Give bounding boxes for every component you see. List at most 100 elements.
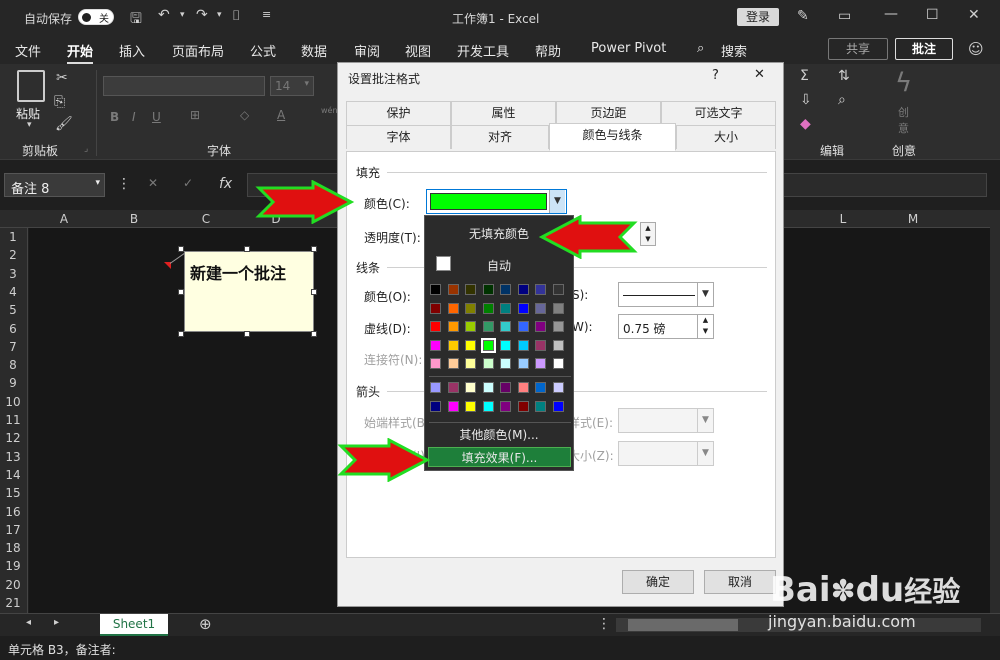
camera-icon[interactable]: ⌷ [232,8,240,24]
menu-file[interactable]: 文件 [15,41,41,60]
color-swatch[interactable] [447,339,459,351]
color-swatch[interactable] [552,321,564,332]
column-header[interactable]: C [176,212,236,226]
fill-down-icon[interactable]: ⇩ [800,92,812,108]
menu-home[interactable]: 开始 [67,41,94,65]
comment-box[interactable]: 新建一个批注 [184,251,314,332]
column-header[interactable]: A [34,212,94,226]
line-weight-input[interactable]: 0.75 磅 ▲ ▼ [618,314,714,339]
color-swatch[interactable] [517,358,529,369]
row-header[interactable]: 3 [0,267,26,281]
color-swatch[interactable] [535,382,546,393]
row-header[interactable]: 11 [0,413,26,427]
ribbon-display-icon[interactable]: ▭ [838,8,851,24]
italic-icon[interactable]: I [132,110,136,124]
resize-handle[interactable] [178,246,184,252]
bold-icon[interactable]: B [110,110,119,124]
save-icon[interactable]: 🖫 [130,8,142,32]
color-swatch[interactable] [535,321,546,332]
color-swatch[interactable] [447,358,459,369]
color-swatch[interactable] [552,358,564,369]
color-swatch[interactable] [552,400,564,412]
row-header[interactable]: 19 [0,559,26,573]
row-header[interactable]: 12 [0,431,26,445]
maximize-icon[interactable]: ☐ [926,7,939,23]
column-header[interactable]: L [813,212,873,226]
row-header[interactable]: 18 [0,541,26,555]
ideas-lightning-icon[interactable]: ϟ [895,68,912,98]
row-header[interactable]: 14 [0,468,26,482]
line-weight-spinner[interactable]: ▲ ▼ [697,315,713,338]
resize-handle[interactable] [311,246,317,252]
search-icon[interactable]: ⌕ [697,41,704,56]
tab-colors-lines[interactable]: 颜色与线条 [549,123,676,151]
font-size-box[interactable]: 14 ▾ [270,76,314,96]
enter-icon[interactable]: ✓ [183,176,193,190]
color-swatch[interactable] [447,321,459,332]
chevron-down-icon[interactable]: ▼ [549,190,565,213]
row-header[interactable]: 21 [0,596,26,610]
color-swatch[interactable] [430,284,441,295]
color-swatch[interactable] [552,284,564,295]
fill-color-icon[interactable]: ◇ [240,108,249,122]
cancel-icon[interactable]: ✕ [148,176,158,190]
color-swatch[interactable] [447,400,459,412]
color-swatch[interactable] [430,302,441,314]
auto-color-swatch[interactable] [436,256,451,271]
color-swatch[interactable] [500,321,511,332]
color-swatch[interactable] [535,284,546,295]
customize-icon[interactable]: ≡ [262,8,271,21]
color-swatch[interactable] [535,358,546,369]
color-swatch[interactable] [535,302,546,314]
fill-effects-option[interactable]: 填充效果(F)... [428,447,571,467]
row-header[interactable]: 6 [0,322,26,336]
menu-search[interactable]: 搜索 [721,41,747,60]
share-button[interactable]: 共享 [828,38,888,60]
underline-icon[interactable]: U [152,110,161,124]
color-swatch[interactable] [552,382,564,393]
chevron-down-icon[interactable]: ▾ [27,120,32,130]
color-swatch[interactable] [500,358,511,369]
color-swatch[interactable] [430,321,441,332]
chevron-down-icon[interactable]: ▼ [697,283,713,306]
font-name-box[interactable] [103,76,265,96]
color-swatch[interactable] [465,321,476,332]
color-swatch[interactable] [500,382,511,393]
autosave-toggle[interactable]: 关 [78,9,114,25]
row-header[interactable]: 5 [0,303,26,317]
color-swatch[interactable] [517,339,529,351]
color-swatch[interactable] [480,337,496,353]
add-sheet-icon[interactable]: ⊕ [199,615,212,633]
dialog-launcher-icon[interactable]: ⌟ [84,144,88,154]
paste-icon[interactable] [17,70,45,102]
login-button[interactable]: 登录 [737,8,779,26]
insert-function-icon[interactable]: fx [219,176,232,192]
color-swatch[interactable] [517,302,529,314]
tab-protection[interactable]: 保护 [346,101,451,125]
row-header[interactable]: 4 [0,285,26,299]
tab-margins[interactable]: 页边距 [556,101,661,125]
line-style-dropdown[interactable]: ▼ [618,282,714,307]
cut-icon[interactable]: ✂ [56,70,68,86]
tab-size[interactable]: 大小 [676,125,776,149]
tab-font[interactable]: 字体 [346,125,451,149]
color-swatch[interactable] [430,358,441,369]
menu-review[interactable]: 审阅 [354,41,380,60]
color-swatch[interactable] [430,382,441,393]
color-swatch[interactable] [430,339,441,351]
tab-properties[interactable]: 属性 [451,101,556,125]
menu-formulas[interactable]: 公式 [250,41,276,60]
row-header[interactable]: 9 [0,376,26,390]
color-swatch[interactable] [465,339,476,351]
menu-developer[interactable]: 开发工具 [457,41,509,60]
vertical-scrollbar[interactable] [990,210,1000,613]
color-swatch[interactable] [465,400,476,412]
end-size-dropdown[interactable]: ▼ [618,441,714,466]
resize-handle[interactable] [311,331,317,337]
row-header[interactable]: 16 [0,505,26,519]
sort-filter-icon[interactable]: ⇅ [838,68,850,84]
autosum-icon[interactable]: Σ [800,68,809,84]
color-swatch[interactable] [552,339,564,351]
resize-handle[interactable] [244,246,250,252]
color-swatch[interactable] [500,284,511,295]
